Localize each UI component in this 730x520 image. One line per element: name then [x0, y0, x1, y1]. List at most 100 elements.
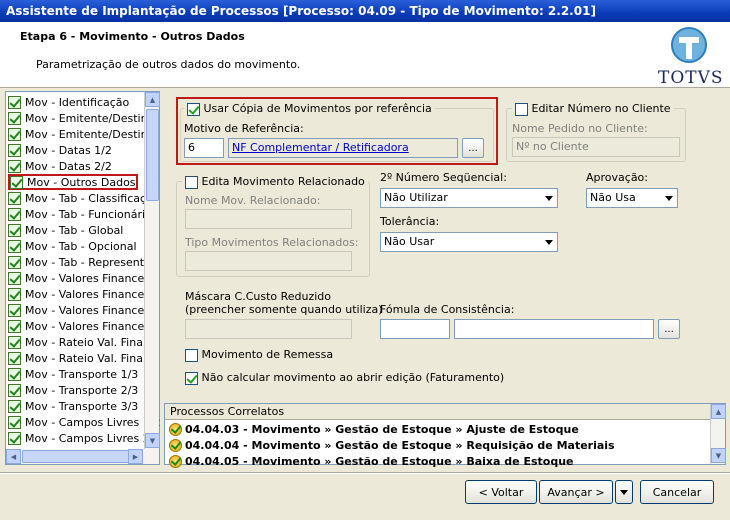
correlato-item[interactable]: 04.04.04 - Movimento » Gestão de Estoque…: [169, 439, 615, 452]
steps-tree[interactable]: Mov - Identificação Mov - Emitente/Destin…: [5, 91, 160, 465]
remessa-check[interactable]: [185, 348, 198, 362]
tree-item[interactable]: Mov - Campos Livres 1/2: [8, 414, 160, 430]
correlato-label: 04.04.03 - Movimento » Gestão de Estoque…: [185, 423, 579, 436]
tree-item[interactable]: Mov - Tab - Global: [8, 222, 123, 238]
check-icon: [8, 367, 21, 381]
tree-item-label: Mov - Transporte 3/3: [25, 399, 139, 413]
tree-item[interactable]: Mov - Valores Financeiro: [8, 302, 158, 318]
tree-item[interactable]: Mov - Valores Financeiro: [8, 286, 158, 302]
check-icon: [8, 159, 21, 173]
tree-item-label: Mov - Rateio Val. Financ: [25, 335, 156, 349]
scroll-left-button[interactable]: ◀: [6, 449, 21, 464]
tree-item[interactable]: Mov - Transporte 3/3: [8, 398, 138, 414]
motivo-code-input[interactable]: 6: [184, 138, 224, 158]
check-icon: [8, 383, 21, 397]
mascara-input[interactable]: [185, 319, 352, 339]
usar-copia-check[interactable]: [187, 102, 200, 116]
tree-item[interactable]: Mov - Emitente/Destinat: [8, 110, 159, 126]
tree-item-label: Mov - Tab - Representan: [25, 255, 158, 269]
tree-item[interactable]: Mov - Transporte 2/3: [8, 382, 138, 398]
tree-item[interactable]: Mov - Campos Livres 2/2: [8, 430, 160, 446]
tree-item[interactable]: Mov - Identificação: [8, 94, 129, 110]
processos-correlatos-list[interactable]: Processos Correlatos 04.04.03 - Moviment…: [164, 403, 726, 468]
tree-item-label: Mov - Transporte 1/3: [25, 367, 139, 381]
tree-item[interactable]: Mov - Datas 2/2: [8, 158, 112, 174]
tree-item[interactable]: Mov - Tab - Classificaç: [8, 190, 146, 206]
motivo-link[interactable]: NF Complementar / Retificadora: [228, 138, 458, 158]
tree-item[interactable]: Mov - Tab - Opcional: [8, 238, 137, 254]
correlato-item[interactable]: 04.04.05 - Movimento » Gestão de Estoque…: [169, 455, 574, 468]
tree-item-label: Mov - Tab - Global: [25, 223, 124, 237]
nome-mov-input[interactable]: [185, 209, 352, 229]
tree-item[interactable]: Mov - Tab - Representan: [8, 254, 158, 270]
tree-item[interactable]: Mov - Rateio Val. Financ: [8, 334, 156, 350]
correlato-item[interactable]: 04.04.03 - Movimento » Gestão de Estoque…: [169, 423, 579, 436]
edita-relacionado-checkbox[interactable]: Edita Movimento Relacionado: [182, 175, 368, 189]
process-done-icon: [169, 439, 182, 452]
check-icon: [8, 431, 21, 445]
tree-item[interactable]: Mov - Rateio Val. Financ: [8, 350, 156, 366]
chevron-down-icon[interactable]: [661, 189, 677, 207]
aprovacao-select[interactable]: Não Usa: [586, 188, 678, 208]
editar-numero-label: Editar Número no Cliente: [531, 102, 671, 115]
tree-item[interactable]: Mov - Valores Financeiro: [8, 270, 158, 286]
tree-item[interactable]: Mov - Datas 1/2: [8, 142, 112, 158]
nome-mov-label: Nome Mov. Relacionado:: [185, 194, 321, 207]
usar-copia-checkbox[interactable]: Usar Cópia de Movimentos por referência: [184, 102, 435, 116]
check-icon: [8, 399, 21, 413]
scroll-down-button[interactable]: ▼: [711, 448, 726, 463]
edita-relacionado-check[interactable]: [185, 175, 198, 189]
voltar-button[interactable]: < Voltar: [465, 480, 537, 504]
tree-horizontal-scrollbar[interactable]: ◀ ▶: [6, 449, 159, 464]
chevron-down-icon[interactable]: [541, 233, 557, 251]
tree-vertical-scrollbar[interactable]: ▲ ▼: [144, 92, 160, 449]
tree-item[interactable]: Mov - Tab - Funcionário: [8, 206, 152, 222]
avancar-dropdown-button[interactable]: [615, 480, 633, 504]
segundo-numero-label: 2º Número Seqüencial:: [380, 171, 507, 184]
scroll-right-button[interactable]: ▶: [128, 449, 143, 464]
check-icon: [8, 223, 21, 237]
hscroll-thumb[interactable]: [22, 450, 132, 463]
aprovacao-label: Aprovação:: [586, 171, 648, 184]
scroll-up-button[interactable]: ▲: [711, 404, 726, 419]
correlatos-scrollbar[interactable]: ▲ ▼: [710, 404, 726, 464]
check-icon: [8, 191, 21, 205]
tree-item-label: Mov - Rateio Val. Financ: [25, 351, 156, 365]
nao-calcular-checkbox[interactable]: Não calcular movimento ao abrir edição (…: [185, 371, 504, 385]
tree-item[interactable]: Mov - Outros Dados: [8, 174, 138, 190]
tree-item[interactable]: Mov - Transporte 1/3: [8, 366, 138, 382]
scroll-thumb[interactable]: [146, 109, 159, 201]
remessa-checkbox[interactable]: Movimento de Remessa: [185, 348, 333, 362]
tipo-mov-input[interactable]: [185, 251, 352, 271]
nao-calcular-check[interactable]: [185, 371, 198, 385]
avancar-button[interactable]: Avançar >: [539, 480, 613, 504]
check-icon: [8, 319, 21, 333]
formula-lookup-button[interactable]: ...: [658, 319, 680, 339]
tree-item-label: Mov - Tab - Opcional: [25, 239, 137, 253]
tolerancia-value: Não Usar: [384, 235, 435, 248]
cancelar-button[interactable]: Cancelar: [640, 480, 714, 504]
segundo-numero-select[interactable]: Não Utilizar: [380, 188, 558, 208]
formula-code-input[interactable]: [380, 319, 450, 339]
tolerancia-select[interactable]: Não Usar: [380, 232, 558, 252]
tree-item[interactable]: Mov - Valores Financeiro: [8, 318, 158, 334]
tree-item-label: Mov - Campos Livres 1/2: [25, 415, 161, 429]
tree-item[interactable]: Mov - Emitente/Destinat: [8, 126, 159, 142]
scroll-up-button[interactable]: ▲: [145, 92, 160, 107]
nome-pedido-input[interactable]: Nº no Cliente: [512, 137, 680, 157]
nome-pedido-label: Nome Pedido no Cliente:: [512, 122, 648, 135]
step-title: Etapa 6 - Movimento - Outros Dados: [20, 30, 245, 43]
motivo-lookup-button[interactable]: ...: [462, 138, 484, 158]
segundo-numero-value: Não Utilizar: [384, 191, 448, 204]
scroll-down-button[interactable]: ▼: [145, 433, 160, 448]
check-icon: [8, 95, 21, 109]
check-icon: [8, 239, 21, 253]
editar-numero-checkbox[interactable]: Editar Número no Cliente: [512, 102, 674, 116]
check-icon: [8, 335, 21, 349]
chevron-down-icon[interactable]: [541, 189, 557, 207]
editar-numero-check[interactable]: [515, 102, 528, 116]
tree-item-label: Mov - Datas 2/2: [25, 159, 112, 173]
tipo-mov-label: Tipo Movimentos Relacionados:: [185, 236, 359, 249]
tree-item-label: Mov - Transporte 2/3: [25, 383, 139, 397]
formula-input[interactable]: [454, 319, 654, 339]
